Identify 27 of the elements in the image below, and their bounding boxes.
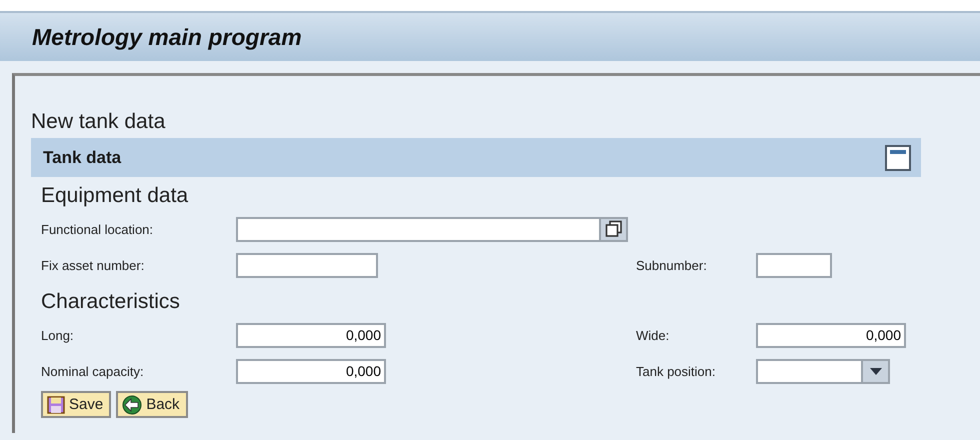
- group-heading: Equipment data: [41, 183, 190, 209]
- field-label: Fix asset number:: [41, 258, 146, 272]
- minus-icon: [890, 150, 906, 154]
- field-label: Wide:: [636, 328, 670, 342]
- save-button[interactable]: Save: [41, 391, 112, 418]
- dropdown-field[interactable]: [756, 358, 863, 384]
- group-heading: Characteristics: [41, 289, 181, 315]
- caret-icon: [870, 368, 882, 374]
- page-heading: New tank data: [31, 109, 166, 135]
- window-title: Metrology main program: [32, 24, 302, 50]
- back-button[interactable]: Back: [116, 391, 188, 418]
- field-label: Tank position:: [636, 364, 716, 378]
- copy-icon: [604, 220, 622, 238]
- input-field[interactable]: 0,000: [756, 322, 906, 348]
- collapse-button[interactable]: [885, 144, 911, 170]
- dropdown-button[interactable]: [863, 358, 890, 384]
- input-field[interactable]: 0,000: [236, 322, 386, 348]
- input-field[interactable]: [756, 252, 832, 278]
- field-label: Long:: [41, 328, 75, 342]
- value-help-button[interactable]: [601, 216, 628, 242]
- input-field[interactable]: 0,000: [236, 358, 386, 384]
- field-label: Functional location:: [41, 222, 154, 236]
- input-field[interactable]: [236, 252, 378, 278]
- input-field[interactable]: [236, 216, 601, 242]
- field-label: Subnumber:: [636, 258, 708, 272]
- field-label: Nominal capacity:: [41, 364, 145, 378]
- section-title: Tank data: [43, 148, 122, 168]
